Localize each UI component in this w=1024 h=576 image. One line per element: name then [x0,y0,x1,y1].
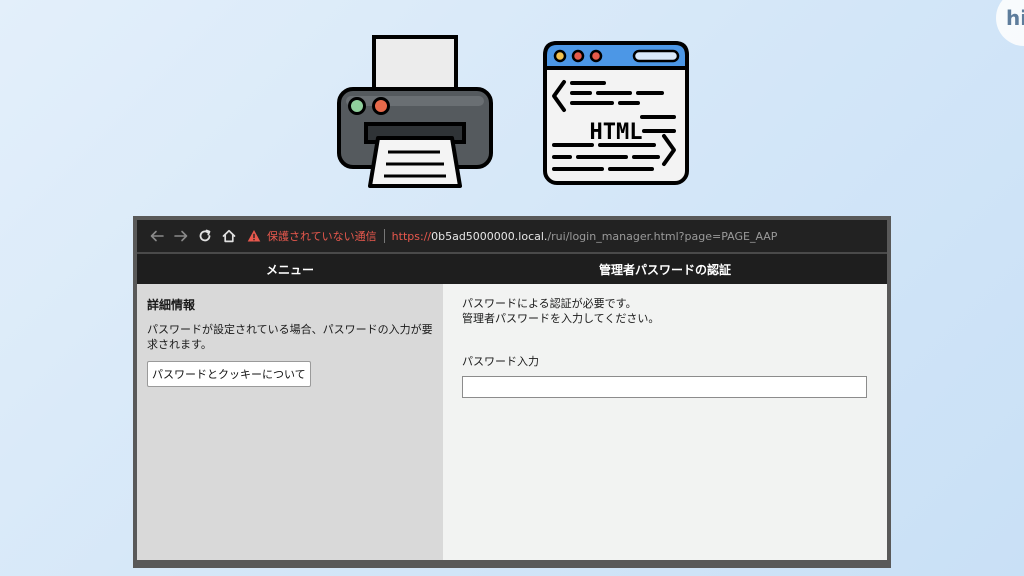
sidebar-header: メニュー [137,254,443,284]
browser-window: 保護されていない通信 https://0b5ad5000000.local./r… [133,216,891,568]
sidebar: メニュー 詳細情報 パスワードが設定されている場合、パスワードの入力が要求されま… [137,254,443,560]
html-label: HTML [590,120,643,145]
warning-icon [247,230,261,242]
html-document-icon: HTML [543,41,689,185]
sidebar-description: パスワードが設定されている場合、パスワードの入力が要求されます。 [147,323,433,351]
enter-password-message: 管理者パスワードを入力してください。 [462,312,660,325]
url-path: /rui/login_manager.html?page=PAGE_AAP [547,229,778,243]
url-host: 0b5ad5000000.local. [431,229,548,243]
reload-icon[interactable] [193,224,217,248]
main-panel: 管理者パスワードの認証 パスワードによる認証が必要です。 管理者パスワードを入力… [443,254,887,560]
back-arrow-icon[interactable] [145,224,169,248]
address-bar[interactable]: 保護されていない通信 https://0b5ad5000000.local./r… [247,224,777,248]
password-cookie-about-button[interactable]: パスワードとクッキーについて [147,361,311,387]
page-title: 管理者パスワードの認証 [443,254,887,284]
forward-arrow-icon[interactable] [169,224,193,248]
security-warning[interactable]: 保護されていない通信 [267,228,377,244]
printer-icon [337,35,493,188]
corner-logo: hi [996,0,1024,46]
browser-toolbar: 保護されていない通信 https://0b5ad5000000.local./r… [137,220,887,252]
page-content: メニュー 詳細情報 パスワードが設定されている場合、パスワードの入力が要求されま… [137,252,887,560]
sidebar-section-title: 詳細情報 [147,298,196,312]
url-divider [383,229,385,243]
home-icon[interactable] [217,224,241,248]
url-scheme: https:// [391,229,432,243]
password-label: パスワード入力 [462,355,539,368]
auth-required-message: パスワードによる認証が必要です。 [462,297,637,310]
corner-logo-text: hi [1006,6,1024,30]
password-input[interactable] [462,376,867,398]
